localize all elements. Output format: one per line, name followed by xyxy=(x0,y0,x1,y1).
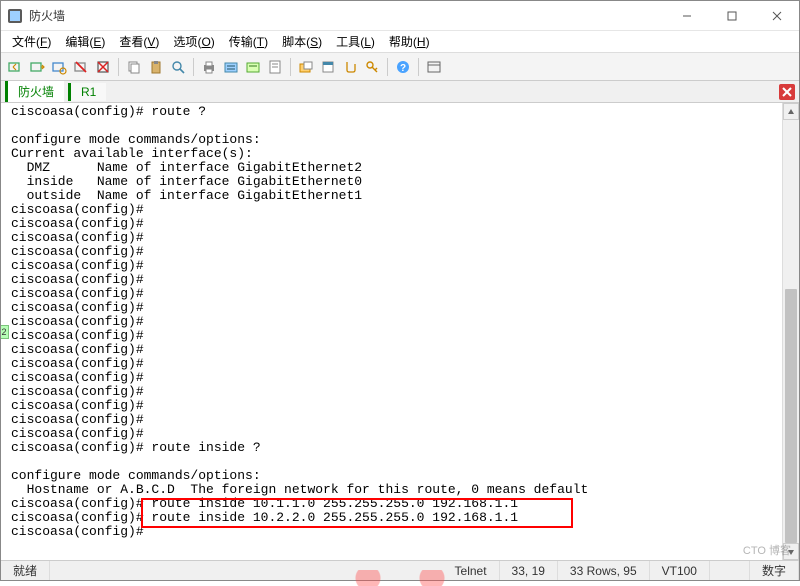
script-icon[interactable] xyxy=(340,57,360,77)
paste-icon[interactable] xyxy=(146,57,166,77)
new-session-icon[interactable] xyxy=(296,57,316,77)
vertical-scrollbar[interactable] xyxy=(782,103,799,560)
tab-firewall[interactable]: 防火墙 xyxy=(5,81,64,102)
scroll-up-button[interactable] xyxy=(783,103,799,120)
menu-file[interactable]: 文件(F) xyxy=(5,31,58,52)
find-icon[interactable] xyxy=(168,57,188,77)
log-icon[interactable] xyxy=(265,57,285,77)
status-num: 数字 xyxy=(750,561,799,580)
properties-icon[interactable] xyxy=(221,57,241,77)
gutter: 2 xyxy=(1,103,11,560)
toolbar-separator xyxy=(290,58,291,76)
print-icon[interactable] xyxy=(199,57,219,77)
help-icon[interactable]: ? xyxy=(393,57,413,77)
session-options-icon[interactable] xyxy=(243,57,263,77)
status-caps xyxy=(710,561,750,580)
title-bar[interactable]: 防火墙 xyxy=(1,1,799,31)
copy-icon[interactable] xyxy=(124,57,144,77)
window-title: 防火墙 xyxy=(29,7,664,24)
close-tab-icon[interactable] xyxy=(779,84,795,100)
close-button[interactable] xyxy=(754,1,799,30)
disconnect-icon[interactable] xyxy=(71,57,91,77)
toolbar-separator xyxy=(418,58,419,76)
status-size: 33 Rows, 95 xyxy=(558,561,650,580)
toolbar-separator xyxy=(118,58,119,76)
scroll-track[interactable] xyxy=(783,120,799,543)
scroll-down-button[interactable] xyxy=(783,543,799,560)
menu-bar: 文件(F) 编辑(E) 查看(V) 选项(O) 传输(T) 脚本(S) 工具(L… xyxy=(1,31,799,53)
terminal-area: 2 ciscoasa(config)# route ? configure mo… xyxy=(1,103,799,560)
highlight-box xyxy=(141,498,573,528)
status-protocol: Telnet xyxy=(443,561,500,580)
tab-bar: 防火墙 R1 xyxy=(1,81,799,103)
gutter-badge: 2 xyxy=(1,325,9,339)
tab-r1[interactable]: R1 xyxy=(68,83,106,101)
minimize-button[interactable] xyxy=(664,1,709,30)
settings-icon[interactable] xyxy=(93,57,113,77)
scroll-thumb[interactable] xyxy=(785,289,797,543)
window-buttons xyxy=(664,1,799,30)
quick-connect-icon[interactable] xyxy=(27,57,47,77)
app-window: 防火墙 文件(F) 编辑(E) 查看(V) 选项(O) 传输(T) 脚本(S) … xyxy=(0,0,800,581)
status-ready: 就绪 xyxy=(1,561,50,580)
menu-script[interactable]: 脚本(S) xyxy=(275,31,329,52)
new-window-icon[interactable] xyxy=(318,57,338,77)
toolbar-separator xyxy=(193,58,194,76)
maximize-button[interactable] xyxy=(709,1,754,30)
menu-help[interactable]: 帮助(H) xyxy=(382,31,437,52)
terminal-output[interactable]: ciscoasa(config)# route ? configure mode… xyxy=(11,103,782,560)
reconnect-icon[interactable] xyxy=(49,57,69,77)
app-icon xyxy=(7,8,23,24)
toggle-view-icon[interactable] xyxy=(424,57,444,77)
menu-view[interactable]: 查看(V) xyxy=(112,31,166,52)
toolbar-separator xyxy=(387,58,388,76)
status-bar: 就绪 Telnet 33, 19 33 Rows, 95 VT100 数字 xyxy=(1,560,799,580)
svg-text:?: ? xyxy=(400,63,406,74)
menu-transfer[interactable]: 传输(T) xyxy=(222,31,275,52)
key-icon[interactable] xyxy=(362,57,382,77)
status-term: VT100 xyxy=(650,561,710,580)
menu-edit[interactable]: 编辑(E) xyxy=(58,31,112,52)
menu-tools[interactable]: 工具(L) xyxy=(329,31,382,52)
toolbar: ? xyxy=(1,53,799,81)
connect-icon[interactable] xyxy=(5,57,25,77)
status-cursor: 33, 19 xyxy=(500,561,558,580)
menu-options[interactable]: 选项(O) xyxy=(166,31,221,52)
